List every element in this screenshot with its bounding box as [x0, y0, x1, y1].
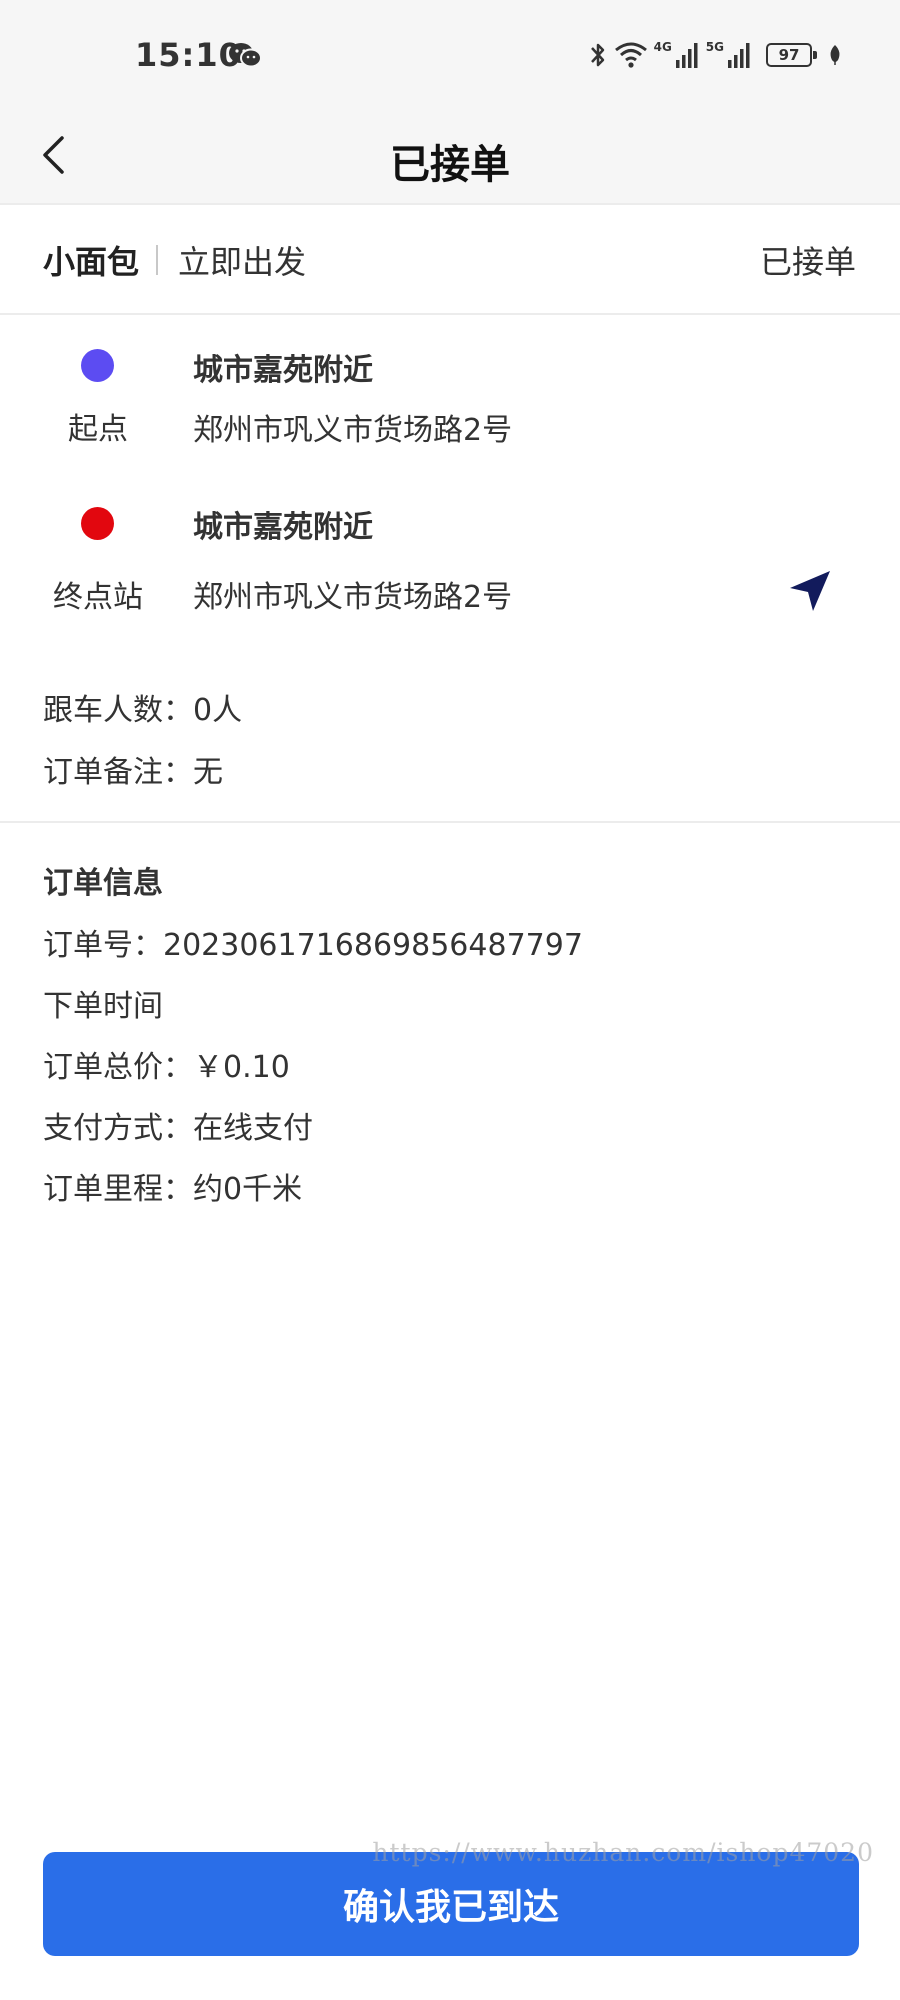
- wechat-icon: [229, 43, 262, 68]
- end-place-name: 城市嘉苑附近: [193, 510, 373, 545]
- order-header: 小面包 立即出发 已接单: [0, 205, 900, 315]
- order-mileage: 订单里程：约0千米: [43, 1172, 303, 1207]
- end-point-dot: [81, 507, 114, 540]
- network-5g-label: 5G: [705, 40, 724, 54]
- order-total-price: 订单总价：￥0.10: [43, 1050, 290, 1085]
- end-place-address: 郑州市巩义市货场路2号: [193, 580, 513, 615]
- nav-bar: 已接单: [0, 110, 900, 205]
- vehicle-type: 小面包: [43, 243, 140, 281]
- battery-level: 97: [778, 45, 800, 64]
- order-status: 已接单: [759, 243, 856, 281]
- order-info-title: 订单信息: [43, 866, 163, 901]
- order-number: 订单号：2023061716869856487797: [43, 928, 583, 963]
- order-time: 下单时间: [43, 989, 163, 1024]
- confirm-arrival-button[interactable]: 确认我已到达: [43, 1852, 859, 1956]
- end-point-label: 终点站: [53, 580, 143, 615]
- status-icons: 4G 5G 97: [588, 38, 842, 72]
- start-place-address: 郑州市巩义市货场路2号: [193, 413, 513, 448]
- bluetooth-icon: [590, 43, 604, 67]
- navigate-arrow-icon[interactable]: [786, 567, 832, 613]
- leaf-icon: [830, 45, 840, 65]
- status-bar: 15:10 4G 5G 97: [0, 0, 900, 110]
- battery-icon: 97: [766, 43, 817, 67]
- departure-time: 立即出发: [178, 243, 307, 281]
- signal-5g-icon: [728, 43, 750, 68]
- order-remark: 订单备注：无: [43, 755, 223, 790]
- watermark: https://www.huzhan.com/ishop47020: [372, 1838, 874, 1867]
- passenger-count: 跟车人数：0人: [43, 693, 243, 728]
- page-title: 已接单: [390, 142, 510, 188]
- start-point-label: 起点: [68, 412, 128, 447]
- network-4g-label: 4G: [653, 40, 672, 54]
- wifi-icon: [614, 42, 647, 68]
- section-divider: [0, 821, 900, 823]
- signal-4g-icon: [675, 43, 698, 68]
- payment-method: 支付方式：在线支付: [43, 1111, 313, 1146]
- start-point-dot: [81, 349, 114, 382]
- status-time: 15:10: [135, 36, 242, 74]
- start-place-name: 城市嘉苑附近: [193, 353, 373, 388]
- header-divider: [156, 245, 158, 275]
